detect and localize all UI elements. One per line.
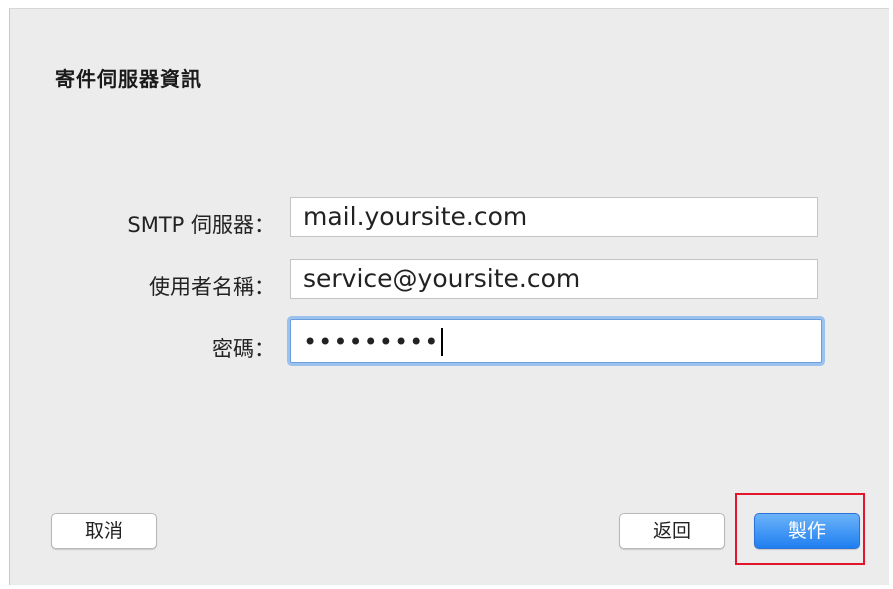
password-label: 密碼： xyxy=(212,337,275,361)
smtp-server-label: SMTP 伺服器： xyxy=(127,213,275,237)
cancel-button[interactable]: 取消 xyxy=(51,513,157,549)
username-label: 使用者名稱： xyxy=(149,275,275,299)
username-input[interactable]: service@yoursite.com xyxy=(290,259,818,299)
smtp-server-input[interactable]: mail.yoursite.com xyxy=(290,197,818,237)
password-input[interactable]: ••••••••• xyxy=(290,319,822,363)
dialog-title: 寄件伺服器資訊 xyxy=(55,67,202,91)
highlight-box xyxy=(735,493,865,565)
text-caret xyxy=(441,328,444,356)
back-button[interactable]: 返回 xyxy=(619,513,725,549)
smtp-server-value: mail.yoursite.com xyxy=(303,202,528,231)
username-value: service@yoursite.com xyxy=(303,264,581,293)
password-mask: ••••••••• xyxy=(303,328,440,356)
